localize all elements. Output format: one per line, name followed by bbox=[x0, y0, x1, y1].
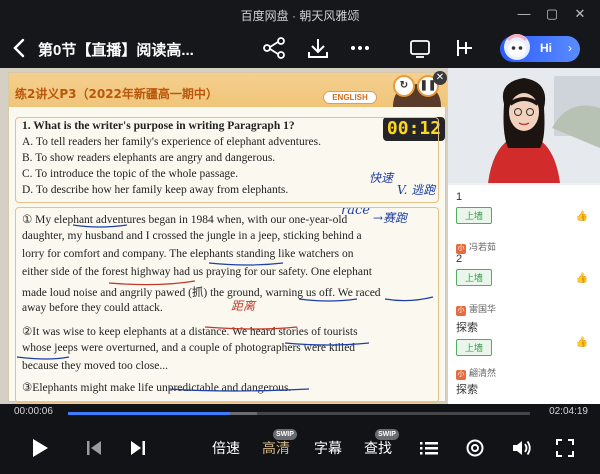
progress-area: 00:00:06 02:04:19 bbox=[0, 404, 600, 424]
slide-title: 练2讲义P3（2022年新疆高一期中） bbox=[15, 87, 218, 101]
previous-icon[interactable] bbox=[84, 436, 104, 460]
quality-label: 高清 bbox=[262, 440, 290, 456]
chat-message: 1 上墙 👍 bbox=[456, 191, 592, 224]
chat-username: 雷国华 bbox=[469, 304, 497, 314]
slide-header: 练2讲义P3（2022年新疆高一期中） ENGLISH bbox=[9, 73, 447, 107]
speed-button[interactable]: 倍速 bbox=[208, 436, 244, 460]
chat-username: 冯若茹 bbox=[469, 242, 497, 252]
passage-box: ① My elephant adventures began in 1984 w… bbox=[15, 207, 439, 403]
question-box: 1. What is the writer's purpose in writi… bbox=[15, 117, 439, 203]
passage-line: ③Elephants might make life unpredictable… bbox=[22, 382, 292, 394]
search-label: 查找 bbox=[364, 440, 392, 456]
chat-text: 探索 bbox=[456, 322, 478, 334]
fullscreen-icon[interactable] bbox=[554, 436, 576, 460]
teacher-video bbox=[448, 68, 600, 183]
passage-line: away before they could attack. bbox=[22, 302, 163, 314]
more-icon[interactable] bbox=[348, 37, 372, 59]
chevron-right-icon: › bbox=[568, 41, 572, 55]
search-button[interactable]: 查找 SWIP bbox=[360, 429, 399, 460]
video-frame[interactable]: 练2讲义P3（2022年新疆高一期中） ENGLISH ↻ ❚❚ 00:12 1… bbox=[0, 68, 600, 404]
assistant-label: Hi bbox=[540, 41, 552, 55]
maximize-icon[interactable]: ▢ bbox=[542, 4, 562, 24]
english-badge: ENGLISH bbox=[323, 91, 377, 104]
swip-badge: SWIP bbox=[375, 429, 399, 440]
passage-line: either side of the forest highway had us… bbox=[22, 266, 372, 278]
volume-icon[interactable] bbox=[510, 436, 532, 460]
current-time: 00:00:06 bbox=[14, 406, 53, 417]
lesson-title: 第0节【直播】阅读高... bbox=[38, 42, 194, 59]
chat-message: 2 上墙 👍 bbox=[456, 253, 592, 286]
pin-to-wall-button[interactable]: 上墙 bbox=[456, 207, 493, 224]
question-stem: 1. What is the writer's purpose in writi… bbox=[22, 120, 295, 132]
app-title: 百度网盘 · 朝天风雅颂 bbox=[240, 9, 360, 23]
option-a: A. To tell readers her family's experien… bbox=[22, 136, 321, 148]
next-icon[interactable] bbox=[128, 436, 148, 460]
passage-line: made loud noise and angrily pawed (抓) th… bbox=[22, 287, 381, 299]
assistant-button[interactable]: Hi › bbox=[500, 34, 580, 62]
chat-text: 探索 bbox=[456, 384, 478, 396]
like-icon[interactable]: 👍 bbox=[576, 211, 588, 222]
subtitle-button[interactable]: 字幕 bbox=[310, 436, 346, 460]
pin-to-wall-button[interactable]: 上墙 bbox=[456, 269, 493, 286]
right-panel: 1 上墙 👍 小冯若茹 2 上墙 👍 小雷国华 探索 上墙 👍 小 翩清然 探索 bbox=[448, 68, 600, 404]
pin-to-wall-button[interactable]: 上墙 bbox=[456, 339, 493, 356]
swip-badge: SWIP bbox=[273, 429, 297, 440]
option-b: B. To show readers elephants are angry a… bbox=[22, 152, 276, 164]
chat-text: 2 bbox=[456, 253, 463, 265]
passage-line: ②It was wise to keep elephants at a dist… bbox=[22, 326, 358, 338]
passage-line: daughter, my husband and I crossed the j… bbox=[22, 230, 362, 242]
chat-message: 探索 bbox=[456, 377, 592, 397]
minimize-icon[interactable]: — bbox=[514, 4, 534, 24]
lesson-slide: 练2讲义P3（2022年新疆高一期中） ENGLISH ↻ ❚❚ 00:12 1… bbox=[8, 72, 447, 403]
option-d: D. To describe how her family keep away … bbox=[22, 184, 289, 196]
play-icon[interactable] bbox=[26, 436, 52, 460]
screencast-icon[interactable] bbox=[408, 37, 432, 59]
close-slide-icon[interactable]: ✕ bbox=[433, 71, 447, 85]
player-controls: 倍速 高清 SWIP 字幕 查找 SWIP bbox=[0, 424, 600, 474]
quality-button[interactable]: 高清 SWIP bbox=[258, 429, 297, 460]
passage-line: whose jeeps were overturned, and a coupl… bbox=[22, 342, 356, 354]
like-icon[interactable]: 👍 bbox=[576, 337, 588, 348]
passage-line: because they moved too close... bbox=[22, 360, 168, 372]
player-window: 百度网盘 · 朝天风雅颂 — ▢ ✕ 第0节【直播】阅读高... Hi › 练2… bbox=[0, 0, 600, 474]
settings-icon[interactable] bbox=[464, 436, 486, 460]
passage-line: ① My elephant adventures began in 1984 w… bbox=[22, 214, 348, 226]
chat-panel[interactable]: 1 上墙 👍 小冯若茹 2 上墙 👍 小雷国华 探索 上墙 👍 小 翩清然 探索 bbox=[448, 185, 600, 404]
back-arrow-icon[interactable] bbox=[12, 38, 26, 58]
handwriting-note: 距离 bbox=[231, 299, 256, 313]
close-window-icon[interactable]: ✕ bbox=[570, 4, 590, 24]
share-icon[interactable] bbox=[262, 37, 286, 59]
window-titlebar: 百度网盘 · 朝天风雅颂 — ▢ ✕ bbox=[0, 0, 600, 28]
option-c: C. To introduce the topic of the whole p… bbox=[22, 168, 239, 180]
handwriting-note: 快速 bbox=[369, 171, 394, 185]
handwriting-note: V. 逃跑 bbox=[397, 183, 436, 197]
assistant-avatar-icon bbox=[504, 34, 530, 60]
progress-bar[interactable] bbox=[68, 412, 530, 415]
passage-line: lorry for comfort and company. The eleph… bbox=[22, 248, 354, 260]
like-icon[interactable]: 👍 bbox=[576, 273, 588, 284]
played-bar bbox=[68, 412, 230, 415]
chat-text: 1 bbox=[456, 191, 463, 203]
picture-in-picture-icon[interactable] bbox=[452, 37, 476, 59]
teacher-portrait bbox=[448, 68, 600, 183]
video-header: 第0节【直播】阅读高... Hi › bbox=[0, 28, 600, 68]
replay-icon: ↻ bbox=[393, 75, 415, 97]
chat-message: 探索 上墙 👍 bbox=[456, 315, 592, 356]
download-icon[interactable] bbox=[306, 37, 330, 59]
total-time: 02:04:19 bbox=[549, 406, 588, 417]
playlist-icon[interactable] bbox=[418, 436, 440, 460]
